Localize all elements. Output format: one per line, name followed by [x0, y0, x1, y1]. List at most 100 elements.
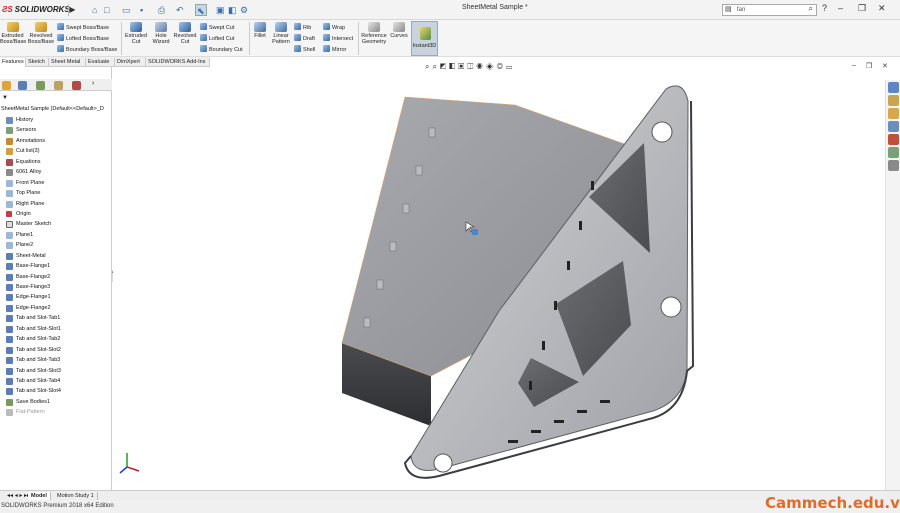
filter-icon[interactable]: ▼: [2, 95, 8, 101]
solidworks-logo[interactable]: ƧS SOLIDWORKS: [2, 3, 70, 17]
restore-icon[interactable]: ❐: [858, 3, 866, 14]
tree-item-sensors[interactable]: Sensors: [0, 125, 112, 135]
tree-item-flat-pattern[interactable]: Flat-Pattern: [0, 407, 112, 417]
view-palette-icon[interactable]: [888, 121, 899, 132]
search-input[interactable]: ▤ fan ⌕: [722, 4, 817, 16]
save-icon[interactable]: ▪: [140, 4, 143, 16]
instant3d-button[interactable]: Instant3D: [411, 21, 438, 56]
options-gear-icon[interactable]: ⚙: [240, 4, 248, 16]
revolved-boss-button[interactable]: Revolved Boss/Base: [27, 22, 55, 45]
display-style-icon[interactable]: ◫: [467, 62, 476, 71]
undo-icon[interactable]: ↶: [176, 4, 184, 16]
tree-item-tab-slot-slot3[interactable]: Tab and Slot-Slot3: [0, 366, 112, 376]
file-explorer-icon[interactable]: [888, 108, 899, 119]
tree-item-edge-flange1[interactable]: Edge-Flange1: [0, 292, 112, 302]
tree-item-save-bodies1[interactable]: Save Bodies1: [0, 397, 112, 407]
select-icon[interactable]: ⬉: [195, 4, 207, 16]
close-icon[interactable]: ✕: [878, 3, 886, 14]
minimize-icon[interactable]: –: [838, 3, 843, 13]
linear-pattern-button[interactable]: Linear Pattern: [270, 22, 292, 45]
mirror-button[interactable]: Mirror: [323, 45, 346, 54]
viewport-restore-icon[interactable]: ❐: [866, 62, 872, 70]
open-folder-icon[interactable]: ▭: [122, 4, 131, 16]
tree-item-plane1[interactable]: Plane1: [0, 230, 112, 240]
panel-expand-arrow[interactable]: ›: [92, 80, 94, 87]
reference-geometry-button[interactable]: Reference Geometry: [360, 22, 388, 45]
fillet-button[interactable]: Fillet: [251, 22, 269, 39]
tree-item-front-plane[interactable]: Front Plane: [0, 178, 112, 188]
viewport-minimize-icon[interactable]: –: [852, 62, 856, 69]
draft-button[interactable]: Draft: [294, 34, 315, 43]
file-properties-icon[interactable]: ◧: [228, 4, 237, 16]
tree-item-top-plane[interactable]: Top Plane: [0, 188, 112, 198]
appearances-icon[interactable]: [888, 134, 899, 145]
tree-item-tab-slot-tab4[interactable]: Tab and Slot-Tab4: [0, 376, 112, 386]
extruded-cut-button[interactable]: Extruded Cut: [124, 22, 148, 45]
solidworks-forum-icon[interactable]: [888, 160, 899, 171]
feature-manager-tab-icon[interactable]: [2, 81, 11, 90]
graphics-viewport[interactable]: [113, 71, 885, 490]
tree-item-history[interactable]: History: [0, 115, 112, 125]
tab-addins[interactable]: SOLIDWORKS Add-Ins: [146, 58, 210, 67]
apply-scene-icon[interactable]: ◎: [497, 62, 506, 71]
swept-boss-button[interactable]: Swept Boss/Base: [57, 23, 109, 32]
new-document-icon[interactable]: □: [104, 4, 109, 16]
rebuild-icon[interactable]: ▣: [216, 4, 225, 16]
tree-item-material[interactable]: 6061 Alloy: [0, 167, 112, 177]
shell-button[interactable]: Shell: [294, 45, 315, 54]
tab-features[interactable]: Features: [0, 58, 26, 67]
lofted-boss-button[interactable]: Lofted Boss/Base: [57, 34, 109, 43]
tree-item-tab-slot-slot1[interactable]: Tab and Slot-Slot1: [0, 324, 112, 334]
search-icon[interactable]: ⌕: [809, 4, 813, 14]
tree-item-right-plane[interactable]: Right Plane: [0, 199, 112, 209]
previous-view-icon[interactable]: ◩: [440, 62, 449, 71]
menu-expand-arrow[interactable]: ▶: [68, 4, 76, 16]
viewport-close-icon[interactable]: ✕: [882, 62, 888, 70]
search-category-icon[interactable]: ▤: [725, 5, 732, 15]
lofted-cut-button[interactable]: Lofted Cut: [200, 34, 234, 43]
tree-item-tab-slot-slot2[interactable]: Tab and Slot-Slot2: [0, 345, 112, 355]
configuration-manager-tab-icon[interactable]: [36, 81, 45, 90]
print-icon[interactable]: ⎙: [158, 4, 165, 16]
tree-item-cut-list[interactable]: Cut list(3): [0, 146, 112, 156]
tab-sheet-metal[interactable]: Sheet Metal: [49, 58, 86, 67]
tab-sketch[interactable]: Sketch: [26, 58, 49, 67]
section-view-icon[interactable]: ◧: [449, 62, 458, 71]
hide-show-icon[interactable]: ◉: [476, 62, 485, 71]
tree-item-base-flange1[interactable]: Base-Flange1: [0, 261, 112, 271]
hole-wizard-button[interactable]: Hole Wizard: [150, 22, 172, 45]
intersect-button[interactable]: Intersect: [323, 34, 353, 43]
home-icon[interactable]: ⌂: [92, 4, 97, 16]
extruded-boss-button[interactable]: Extruded Boss/Base: [0, 22, 26, 45]
view-settings-icon[interactable]: ▭: [506, 62, 515, 71]
custom-properties-icon[interactable]: [888, 147, 899, 158]
tree-item-plane2[interactable]: Plane2: [0, 240, 112, 250]
dimxpert-manager-tab-icon[interactable]: [54, 81, 63, 90]
zoom-area-icon[interactable]: ⌕: [432, 62, 439, 71]
tab-dimxpert[interactable]: DimXpert: [115, 58, 146, 67]
curves-button[interactable]: Curves: [389, 22, 409, 39]
tree-item-edge-flange2[interactable]: Edge-Flange2: [0, 303, 112, 313]
view-orientation-icon[interactable]: ▣: [458, 62, 467, 71]
property-manager-tab-icon[interactable]: [18, 81, 27, 90]
revolved-cut-button[interactable]: Revolved Cut: [173, 22, 197, 45]
tree-item-tab-slot-tab3[interactable]: Tab and Slot-Tab3: [0, 355, 112, 365]
tree-item-tab-slot-tab1[interactable]: Tab and Slot-Tab1: [0, 313, 112, 323]
tree-root-part[interactable]: SheetMetal Sample (Default<<Default>_D: [1, 106, 104, 112]
boundary-boss-button[interactable]: Boundary Boss/Base: [57, 45, 117, 54]
tree-item-equations[interactable]: Equations: [0, 157, 112, 167]
tree-item-base-flange3[interactable]: Base-Flange3: [0, 282, 112, 292]
tree-item-tab-slot-slot4[interactable]: Tab and Slot-Slot4: [0, 386, 112, 396]
wrap-button[interactable]: Wrap: [323, 23, 345, 32]
swept-cut-button[interactable]: Swept Cut: [200, 23, 234, 32]
edit-appearance-icon[interactable]: ◈: [486, 62, 497, 71]
tree-item-annotations[interactable]: Annotations: [0, 136, 112, 146]
tree-item-master-sketch[interactable]: Master Sketch: [0, 219, 112, 229]
tree-item-origin[interactable]: Origin: [0, 209, 112, 219]
boundary-cut-button[interactable]: Boundary Cut: [200, 45, 243, 54]
help-icon[interactable]: ?: [822, 3, 827, 13]
tree-item-base-flange2[interactable]: Base-Flange2: [0, 272, 112, 282]
tree-item-sheet-metal[interactable]: Sheet-Metal: [0, 251, 112, 261]
tab-evaluate[interactable]: Evaluate: [86, 58, 115, 67]
rib-button[interactable]: Rib: [294, 23, 311, 32]
